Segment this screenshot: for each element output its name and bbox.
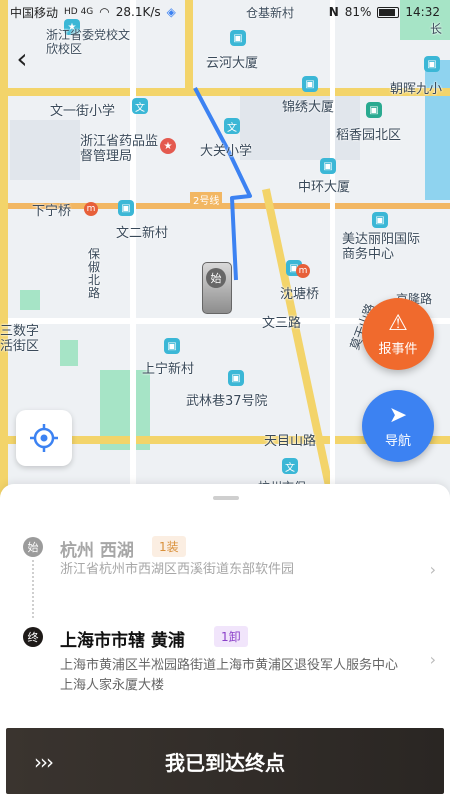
battery-icon (377, 6, 400, 18)
end-pin-label: 终 (23, 627, 43, 647)
poi-icon: 文 (132, 98, 148, 114)
network-indicator: HD 4G (64, 7, 94, 17)
report-label: 报事件 (378, 341, 418, 357)
poi-icon: 文 (224, 118, 240, 134)
end-title: 上海市市辖 黄浦 (60, 631, 185, 651)
network-speed: 28.1K/s (115, 5, 161, 19)
map-label: 大关小学 (200, 144, 253, 159)
start-pin-label: 始 (23, 537, 43, 557)
metro-station-icon: m (84, 202, 98, 216)
warning-icon: ⚠ (388, 310, 408, 336)
start-marker: 始 (206, 268, 226, 288)
map-label: 文二新村 (116, 226, 169, 241)
swipe-arrows-icon: ››› (34, 750, 54, 774)
end-address: 上海市黄浦区半凇园路街道上海市黄浦区退役军人服务中心上海人家永厦大楼 (60, 658, 399, 693)
battery-percent: 81% (344, 5, 372, 19)
poi-icon: ▣ (228, 370, 244, 386)
poi-icon: 文 (282, 458, 298, 474)
map-label: 三数字活街区 (0, 324, 40, 354)
poi-icon: ▣ (320, 158, 336, 174)
start-address: 浙江省杭州市西湖区西溪街道东部软件园 (60, 562, 295, 577)
map-label: 浙江省委党校文欣校区 (46, 28, 131, 56)
map-label: 美达丽阳国际商务中心 (342, 232, 421, 262)
map-label: 文一街小学 (50, 104, 116, 119)
poi-icon: ▣ (164, 338, 180, 354)
poi-icon: ▣ (372, 212, 388, 228)
wifi-icon: ◠ (99, 5, 110, 19)
navigate-label: 导航 (384, 433, 411, 449)
route-connector (32, 560, 34, 618)
start-tag: 1装 (152, 536, 186, 557)
arrive-destination-button[interactable]: 我已到达终点 (6, 728, 444, 794)
end-chevron-icon[interactable]: › (430, 650, 436, 669)
back-arrow-icon: ‹ (16, 41, 28, 75)
map-label: 云河大厦 (206, 56, 259, 71)
map-label: 武林巷37号院 (186, 394, 268, 409)
start-pin-icon: 始 (22, 534, 44, 560)
carrier-name: 中国移动 (10, 5, 59, 20)
sheet-handle[interactable] (213, 496, 239, 500)
poi-icon: ▣ (366, 102, 382, 118)
metro-station-icon: m (296, 264, 310, 278)
end-tag: 1卸 (214, 626, 248, 647)
map-label: 浙江省药品监督管理局 (80, 134, 159, 164)
crosshair-icon (30, 424, 58, 452)
map-label: 天目山路 (264, 434, 317, 449)
poi-icon: ★ (160, 138, 176, 154)
map-label: 稻香园北区 (336, 128, 402, 143)
map-label: 保俶北路 (88, 247, 101, 300)
map-label: 锦绣大厦 (282, 100, 335, 115)
map-label: 中环大厦 (298, 180, 351, 195)
clock: 14:32 (405, 5, 440, 19)
nfc-icon: N (328, 5, 339, 19)
locate-button[interactable] (16, 410, 72, 466)
map-label: 上宁新村 (142, 362, 195, 377)
start-chevron-icon[interactable]: › (430, 560, 436, 579)
arrive-label: 我已到达终点 (165, 750, 285, 775)
map-label: 文三路 (262, 316, 302, 331)
app-notification-icon: ◈ (166, 5, 176, 19)
end-pin-icon: 终 (22, 624, 44, 650)
navigate-button[interactable]: ➤ 导航 (362, 390, 434, 462)
map-label: 朝晖九小 (390, 82, 443, 97)
back-button[interactable]: ‹ (8, 41, 36, 75)
poi-icon: ▣ (118, 200, 134, 216)
poi-icon: ▣ (302, 76, 318, 92)
start-title: 杭州 西湖 (60, 541, 134, 561)
report-event-button[interactable]: ⚠ 报事件 (362, 298, 434, 370)
poi-icon: ▣ (230, 30, 246, 46)
poi-icon: ▣ (424, 56, 440, 72)
map-label: 沈塘桥 (280, 287, 320, 302)
map-label: 下宁桥 (32, 204, 72, 219)
metro-line-label: 2号线 (190, 192, 223, 207)
status-bar: 中国移动 HD 4G ◠ 28.1K/s ◈ N 81% 14:32 (0, 0, 450, 24)
paper-plane-icon: ➤ (388, 402, 408, 428)
